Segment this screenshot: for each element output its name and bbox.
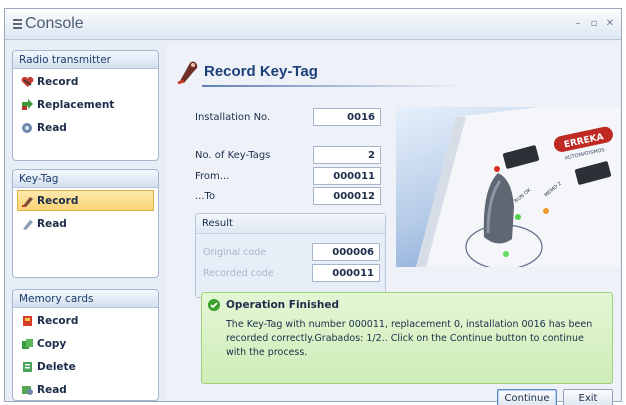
window-title: Console: [25, 15, 84, 32]
title-bar: Console – ▫ ✕: [5, 9, 621, 40]
memory-cards-panel: Memory cards Record Copy Delete Read: [12, 289, 159, 401]
key-tag-record-icon: [22, 197, 33, 207]
key-tag-read-icon: [23, 220, 33, 230]
item-label: Copy: [37, 338, 67, 350]
panel-title: Key-Tag: [13, 170, 158, 188]
to-label: ...To: [195, 191, 216, 202]
replace-arrow-icon: [22, 99, 33, 110]
keytag-record-item[interactable]: Record: [17, 190, 154, 211]
item-label: Read: [37, 218, 67, 230]
console-window: Console – ▫ ✕ Radio transmitter Record R…: [4, 8, 622, 405]
original-code-field: 000006: [312, 243, 380, 261]
item-label: Record: [37, 195, 79, 207]
key-tag-count-field[interactable]: 2: [313, 146, 381, 164]
app-icon: [13, 19, 22, 30]
radio-transmitter-panel: Radio transmitter Record Replacement Rea…: [12, 50, 159, 161]
item-label: Read: [37, 122, 67, 134]
memory-record-item[interactable]: Record: [17, 310, 154, 331]
keytag-read-item[interactable]: Read: [17, 213, 154, 234]
key-tag-count-label: No. of Key-Tags: [195, 150, 271, 161]
memory-delete-item[interactable]: Delete: [17, 356, 154, 377]
status-message: The Key-Tag with number 000011, replacem…: [226, 319, 593, 358]
to-field[interactable]: 000012: [313, 187, 381, 205]
key-tag-panel: Key-Tag Record Read: [12, 169, 159, 278]
status-title: Operation Finished: [226, 299, 339, 311]
item-label: Record: [37, 315, 79, 327]
continue-button[interactable]: Continue: [497, 389, 557, 405]
from-label: From...: [195, 171, 230, 182]
from-field[interactable]: 000011: [313, 167, 381, 185]
minimize-icon[interactable]: –: [571, 17, 585, 31]
key-tag-icon: [177, 61, 198, 85]
device-illustration: ERREKA AUTOMATISMOS RUN OK MEMO 2: [416, 107, 620, 267]
recorded-code-field: 000011: [312, 264, 380, 282]
memory-read-icon: [22, 386, 33, 395]
installation-field[interactable]: 0016: [313, 108, 381, 126]
delete-icon: [23, 362, 32, 372]
original-code-label: Original code: [203, 247, 267, 258]
heart-icon: [21, 76, 34, 87]
radio-record-item[interactable]: Record: [17, 71, 154, 92]
memory-copy-item[interactable]: Copy: [17, 333, 154, 354]
title-underline: [202, 85, 464, 87]
panel-title: Radio transmitter: [13, 51, 158, 69]
read-icon: [22, 123, 32, 133]
result-title: Result: [196, 214, 385, 234]
item-label: Replacement: [37, 99, 115, 111]
copy-icon: [22, 339, 33, 349]
page-header: Record Key-Tag: [166, 57, 616, 87]
page-title: Record Key-Tag: [204, 63, 318, 80]
success-check-icon: [208, 299, 220, 311]
memory-record-icon: [23, 316, 32, 326]
item-label: Read: [37, 384, 67, 396]
operation-status-panel: Operation Finished The Key-Tag with numb…: [201, 292, 613, 384]
radio-read-item[interactable]: Read: [17, 117, 154, 138]
result-group: Result Original code 000006 Recorded cod…: [195, 213, 386, 298]
item-label: Delete: [37, 361, 76, 373]
maximize-icon[interactable]: ▫: [587, 17, 601, 31]
radio-replacement-item[interactable]: Replacement: [17, 94, 154, 115]
recorded-code-label: Recorded code: [203, 268, 274, 279]
panel-title: Memory cards: [13, 290, 158, 308]
item-label: Record: [37, 76, 79, 88]
close-icon[interactable]: ✕: [603, 17, 617, 31]
exit-button[interactable]: Exit: [563, 389, 613, 405]
installation-label: Installation No.: [195, 112, 271, 123]
device-photo: ERREKA AUTOMATISMOS RUN OK MEMO 2: [396, 107, 620, 267]
main-content: Record Key-Tag Installation No. 0016 No.…: [166, 43, 620, 405]
memory-read-item[interactable]: Read: [17, 379, 154, 400]
